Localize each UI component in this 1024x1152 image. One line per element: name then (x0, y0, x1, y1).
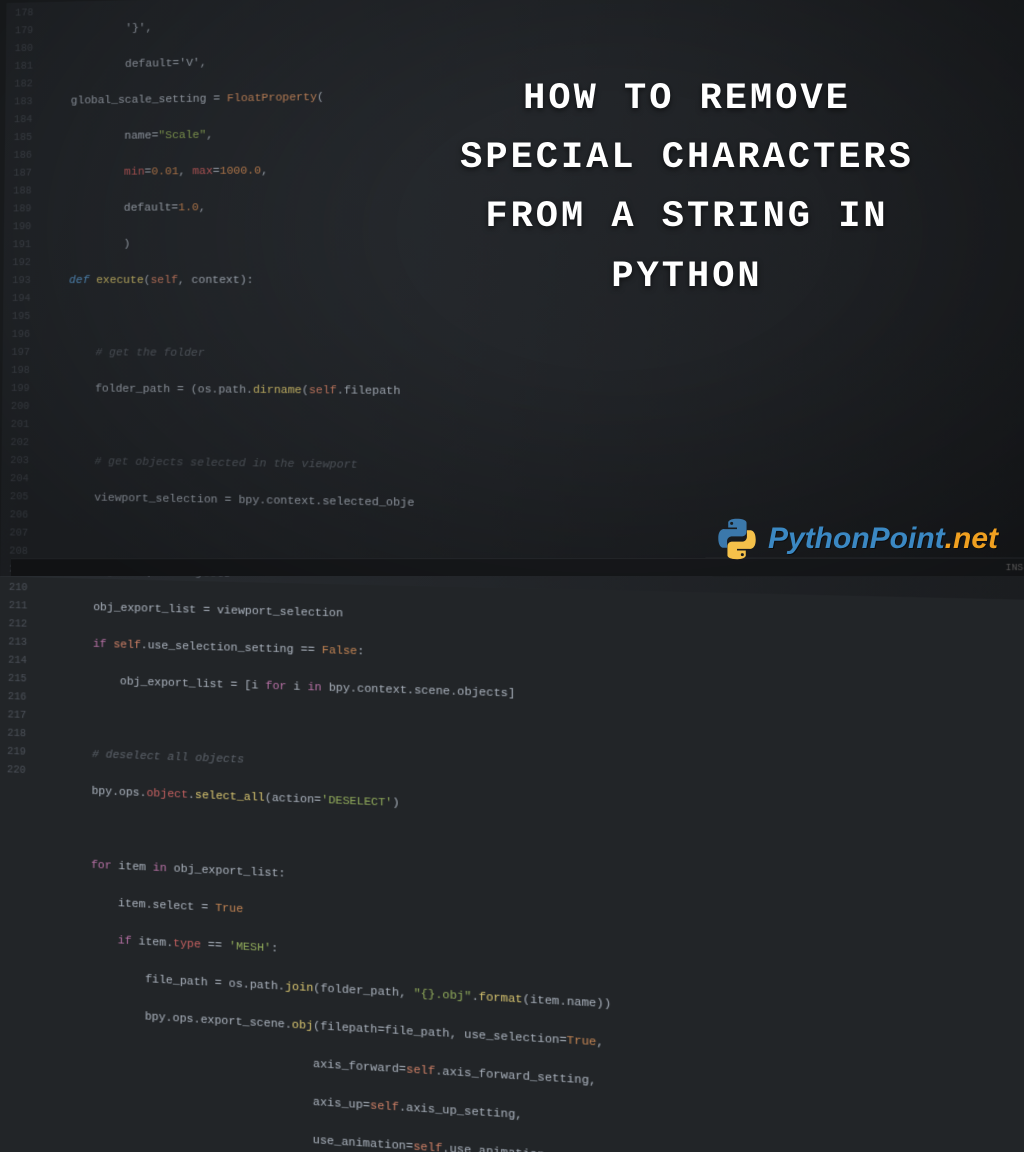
status-bar: INS Python (11, 557, 1024, 576)
brand-logo: PythonPoint.net (716, 518, 998, 560)
python-icon (716, 518, 758, 560)
brand-name: PythonPoint (768, 522, 945, 555)
brand-text: PythonPoint.net (768, 522, 998, 556)
title-line-2: SPECIAL CHARACTERS (380, 129, 994, 188)
line-gutter: 1781791801811821831841851861871881891901… (0, 2, 39, 577)
title-line-1: HOW TO REMOVE (380, 70, 994, 129)
title-line-4: PYTHON (380, 248, 994, 307)
status-mode: INS (1006, 562, 1024, 573)
brand-tld: .net (945, 522, 998, 555)
title-line-3: FROM A STRING IN (380, 188, 994, 247)
page-title: HOW TO REMOVE SPECIAL CHARACTERS FROM A … (380, 70, 994, 307)
